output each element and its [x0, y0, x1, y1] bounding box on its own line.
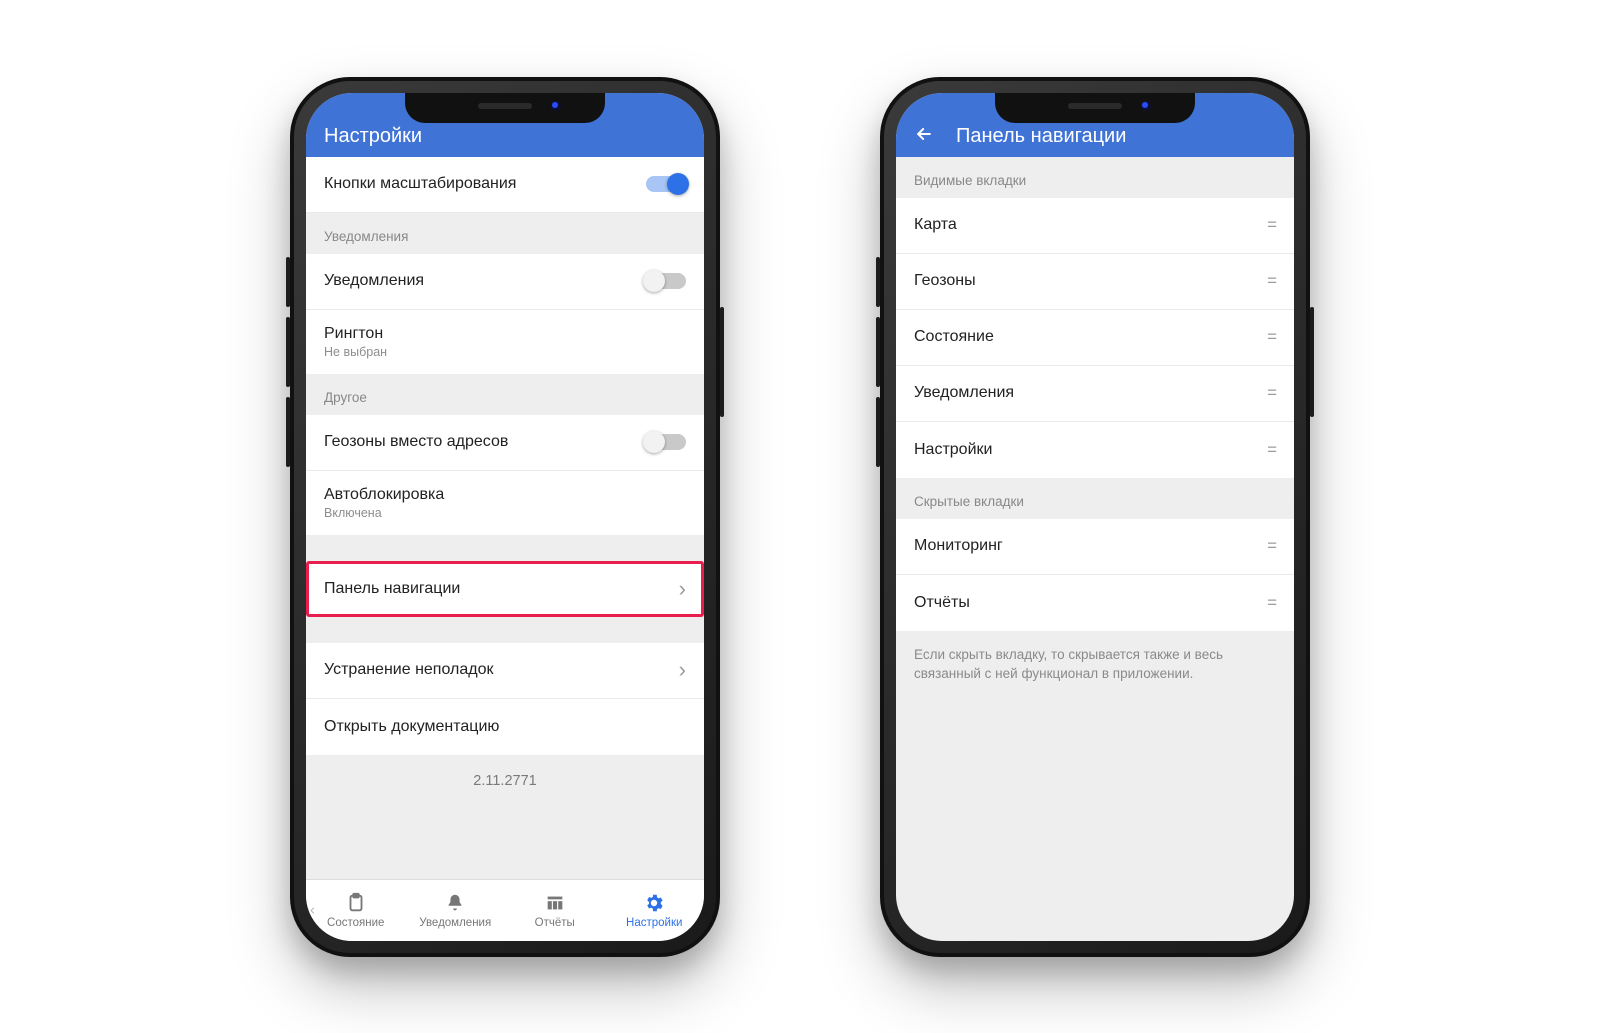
phone-mockup-left: Настройки Кнопки масштабирования Уведомл… [290, 77, 720, 957]
tab-reports-label: Отчёты [535, 917, 575, 929]
ringtone-value: Не выбран [324, 345, 387, 359]
notifications-toggle[interactable] [646, 273, 686, 289]
visible-tab-notifications[interactable]: Уведомления = [896, 366, 1294, 422]
nav-panel-app: Панель навигации Видимые вкладки Карта =… [896, 93, 1294, 941]
visible-tab-map[interactable]: Карта = [896, 198, 1294, 254]
back-button[interactable] [914, 124, 934, 150]
visible-tab-notifications-label: Уведомления [914, 384, 1014, 402]
ringtone-label: Рингтон [324, 325, 387, 343]
geozones-instead-toggle[interactable] [646, 434, 686, 450]
tab-notifications[interactable]: Уведомления [406, 880, 506, 941]
clipboard-icon [345, 892, 367, 914]
nav-back-mini-icon[interactable]: ‹ [310, 902, 315, 919]
visible-tab-geozones-label: Геозоны [914, 272, 976, 290]
row-zoom-buttons[interactable]: Кнопки масштабирования [306, 157, 704, 213]
visible-tab-settings-label: Настройки [914, 441, 992, 459]
phone-screen-right: Панель навигации Видимые вкладки Карта =… [896, 93, 1294, 941]
settings-title: Настройки [324, 125, 422, 148]
drag-handle-icon[interactable]: = [1267, 383, 1276, 403]
section-hidden-tabs: Скрытые вкладки [896, 478, 1294, 519]
zoom-buttons-toggle[interactable] [646, 176, 686, 192]
nav-panel-title: Панель навигации [956, 125, 1126, 148]
hidden-tab-reports-label: Отчёты [914, 594, 970, 612]
drag-handle-icon[interactable]: = [1267, 327, 1276, 347]
row-autolock[interactable]: Автоблокировка Включена [306, 471, 704, 535]
app-version: 2.11.2771 [306, 755, 704, 799]
bottom-tab-bar: ‹ Состояние Уведомления Отчёты Настройки [306, 879, 704, 941]
drag-handle-icon[interactable]: = [1267, 536, 1276, 556]
visible-tab-geozones[interactable]: Геозоны = [896, 254, 1294, 310]
section-visible-tabs: Видимые вкладки [896, 157, 1294, 198]
notifications-label: Уведомления [324, 272, 424, 290]
row-troubleshooting[interactable]: Устранение неполадок › [306, 643, 704, 699]
row-navigation-panel[interactable]: Панель навигации › [306, 561, 704, 617]
tab-reports[interactable]: Отчёты [505, 880, 605, 941]
phone-screen-left: Настройки Кнопки масштабирования Уведомл… [306, 93, 704, 941]
tab-status[interactable]: Состояние [306, 880, 406, 941]
section-title-other: Другое [306, 374, 704, 415]
help-text: Если скрыть вкладку, то скрывается также… [896, 631, 1294, 684]
hidden-tab-monitoring[interactable]: Мониторинг = [896, 519, 1294, 575]
navigation-panel-label: Панель навигации [324, 580, 460, 598]
chevron-right-icon: › [679, 576, 686, 602]
row-geozones-instead[interactable]: Геозоны вместо адресов [306, 415, 704, 471]
tab-settings-label: Настройки [626, 917, 682, 929]
visible-tab-map-label: Карта [914, 216, 957, 234]
visible-tab-status[interactable]: Состояние = [896, 310, 1294, 366]
zoom-buttons-label: Кнопки масштабирования [324, 175, 516, 193]
settings-app: Настройки Кнопки масштабирования Уведомл… [306, 93, 704, 941]
phone-mockup-right: Панель навигации Видимые вкладки Карта =… [880, 77, 1310, 957]
drag-handle-icon[interactable]: = [1267, 593, 1276, 613]
row-notifications[interactable]: Уведомления [306, 254, 704, 310]
drag-handle-icon[interactable]: = [1267, 440, 1276, 460]
visible-tab-settings[interactable]: Настройки = [896, 422, 1294, 478]
gear-icon [643, 892, 665, 914]
arrow-left-icon [914, 124, 934, 144]
tab-notifications-label: Уведомления [419, 917, 491, 929]
autolock-label: Автоблокировка [324, 486, 444, 504]
troubleshooting-label: Устранение неполадок [324, 661, 493, 679]
hidden-tab-reports[interactable]: Отчёты = [896, 575, 1294, 631]
hidden-tab-monitoring-label: Мониторинг [914, 537, 1003, 555]
drag-handle-icon[interactable]: = [1267, 215, 1276, 235]
autolock-value: Включена [324, 506, 444, 520]
tab-settings[interactable]: Настройки [605, 880, 705, 941]
open-docs-label: Открыть документацию [324, 718, 499, 736]
visible-tab-status-label: Состояние [914, 328, 994, 346]
tab-status-label: Состояние [327, 917, 384, 929]
section-title-notifications: Уведомления [306, 213, 704, 254]
geozones-instead-label: Геозоны вместо адресов [324, 433, 508, 451]
bell-icon [444, 892, 466, 914]
chevron-right-icon: › [679, 657, 686, 683]
row-open-docs[interactable]: Открыть документацию [306, 699, 704, 755]
row-ringtone[interactable]: Рингтон Не выбран [306, 310, 704, 374]
table-icon [544, 892, 566, 914]
drag-handle-icon[interactable]: = [1267, 271, 1276, 291]
